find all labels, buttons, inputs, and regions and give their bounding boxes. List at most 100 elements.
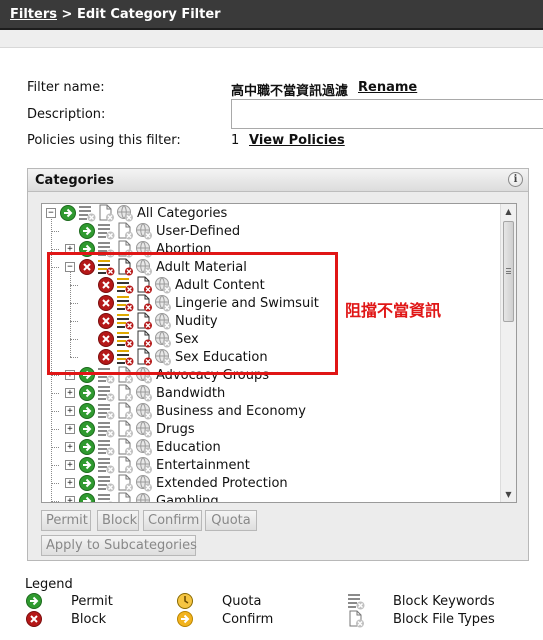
bandwidth-globe-icon[interactable]: [135, 474, 153, 492]
block-keywords-icon[interactable]: [97, 456, 115, 474]
block-keywords-icon[interactable]: [97, 384, 115, 402]
view-policies-link[interactable]: View Policies: [249, 133, 345, 148]
permit-arrow-icon[interactable]: [78, 474, 96, 492]
bandwidth-globe-icon[interactable]: [135, 384, 153, 402]
block-keywords-icon[interactable]: [116, 276, 134, 294]
breadcrumb-filters-link[interactable]: Filters: [10, 7, 57, 22]
expand-icon[interactable]: +: [65, 424, 75, 434]
category-row[interactable]: User-Defined: [65, 222, 240, 240]
scroll-thumb[interactable]: [503, 221, 514, 322]
category-label[interactable]: Nudity: [175, 314, 218, 329]
block-file-types-icon[interactable]: [135, 348, 153, 366]
expand-icon[interactable]: +: [65, 406, 75, 416]
block-x-icon[interactable]: [97, 348, 115, 366]
block-keywords-icon[interactable]: [116, 312, 134, 330]
block-file-types-icon[interactable]: [116, 240, 134, 258]
block-x-icon[interactable]: [97, 312, 115, 330]
category-row[interactable]: Lingerie and Swimsuit: [84, 294, 319, 312]
permit-arrow-icon[interactable]: [59, 204, 77, 222]
permit-arrow-icon[interactable]: [78, 492, 96, 502]
scroll-down-arrow-icon[interactable]: ▼: [501, 487, 516, 502]
expand-icon[interactable]: +: [65, 370, 75, 380]
block-file-types-icon[interactable]: [135, 294, 153, 312]
permit-arrow-icon[interactable]: [78, 456, 96, 474]
block-button[interactable]: Block: [97, 510, 139, 531]
block-x-icon[interactable]: [78, 258, 96, 276]
category-row[interactable]: + Abortion: [65, 240, 211, 258]
bandwidth-globe-icon[interactable]: [135, 438, 153, 456]
permit-arrow-icon[interactable]: [78, 420, 96, 438]
scroll-up-arrow-icon[interactable]: ▲: [501, 204, 516, 219]
block-file-types-icon[interactable]: [116, 222, 134, 240]
bandwidth-globe-icon[interactable]: [135, 402, 153, 420]
expand-icon[interactable]: +: [65, 442, 75, 452]
bandwidth-globe-icon[interactable]: [135, 456, 153, 474]
block-keywords-icon[interactable]: [97, 438, 115, 456]
category-label[interactable]: Sex Education: [175, 350, 268, 365]
category-row[interactable]: + Entertainment: [65, 456, 250, 474]
bandwidth-globe-icon[interactable]: [135, 240, 153, 258]
bandwidth-globe-icon[interactable]: [154, 330, 172, 348]
category-label[interactable]: Extended Protection: [156, 476, 288, 491]
block-keywords-icon[interactable]: [97, 240, 115, 258]
expand-icon[interactable]: +: [65, 460, 75, 470]
expand-icon[interactable]: +: [65, 496, 75, 502]
category-row[interactable]: + Gambling: [65, 492, 219, 503]
info-icon[interactable]: i: [508, 172, 523, 187]
expand-icon[interactable]: +: [65, 244, 75, 254]
category-label[interactable]: Gambling: [156, 494, 219, 503]
expand-icon[interactable]: +: [65, 478, 75, 488]
block-file-types-icon[interactable]: [135, 330, 153, 348]
bandwidth-globe-icon[interactable]: [116, 204, 134, 222]
bandwidth-globe-icon[interactable]: [154, 294, 172, 312]
permit-button[interactable]: Permit: [41, 510, 91, 531]
bandwidth-globe-icon[interactable]: [135, 258, 153, 276]
category-row[interactable]: + Business and Economy: [65, 402, 306, 420]
block-file-types-icon[interactable]: [116, 474, 134, 492]
expand-icon[interactable]: +: [65, 388, 75, 398]
block-file-types-icon[interactable]: [116, 456, 134, 474]
bandwidth-globe-icon[interactable]: [154, 276, 172, 294]
category-label[interactable]: Advocacy Groups: [156, 368, 269, 383]
block-file-types-icon[interactable]: [116, 420, 134, 438]
block-keywords-icon[interactable]: [97, 402, 115, 420]
permit-arrow-icon[interactable]: [78, 222, 96, 240]
category-label[interactable]: User-Defined: [156, 224, 240, 239]
category-label[interactable]: Education: [156, 440, 221, 455]
block-x-icon[interactable]: [97, 330, 115, 348]
quota-button[interactable]: Quota: [205, 510, 257, 531]
rename-link[interactable]: Rename: [358, 80, 417, 95]
block-file-types-icon[interactable]: [116, 438, 134, 456]
category-row[interactable]: Sex Education: [84, 348, 268, 366]
bandwidth-globe-icon[interactable]: [135, 420, 153, 438]
category-label[interactable]: Adult Content: [175, 278, 265, 293]
category-label[interactable]: Adult Material: [156, 260, 247, 275]
block-keywords-icon[interactable]: [97, 420, 115, 438]
confirm-button[interactable]: Confirm: [143, 510, 202, 531]
block-keywords-icon[interactable]: [97, 492, 115, 502]
block-keywords-icon[interactable]: [97, 474, 115, 492]
category-row[interactable]: Sex: [84, 330, 199, 348]
block-keywords-icon[interactable]: [78, 204, 96, 222]
permit-arrow-icon[interactable]: [78, 384, 96, 402]
category-label[interactable]: Bandwidth: [156, 386, 225, 401]
category-row[interactable]: Adult Content: [84, 276, 265, 294]
block-file-types-icon[interactable]: [116, 366, 134, 384]
bandwidth-globe-icon[interactable]: [135, 366, 153, 384]
permit-arrow-icon[interactable]: [78, 402, 96, 420]
category-label[interactable]: Lingerie and Swimsuit: [175, 296, 319, 311]
category-row[interactable]: + Education: [65, 438, 221, 456]
category-row[interactable]: − All Categories: [46, 204, 227, 222]
block-keywords-icon[interactable]: [116, 348, 134, 366]
description-field[interactable]: [231, 99, 543, 129]
category-label[interactable]: Business and Economy: [156, 404, 306, 419]
block-file-types-icon[interactable]: [116, 384, 134, 402]
block-file-types-icon[interactable]: [116, 258, 134, 276]
category-label[interactable]: Sex: [175, 332, 199, 347]
category-label[interactable]: Entertainment: [156, 458, 250, 473]
category-row[interactable]: Nudity: [84, 312, 218, 330]
permit-arrow-icon[interactable]: [78, 366, 96, 384]
block-keywords-icon[interactable]: [116, 330, 134, 348]
block-keywords-icon[interactable]: [97, 258, 115, 276]
category-row[interactable]: + Bandwidth: [65, 384, 225, 402]
